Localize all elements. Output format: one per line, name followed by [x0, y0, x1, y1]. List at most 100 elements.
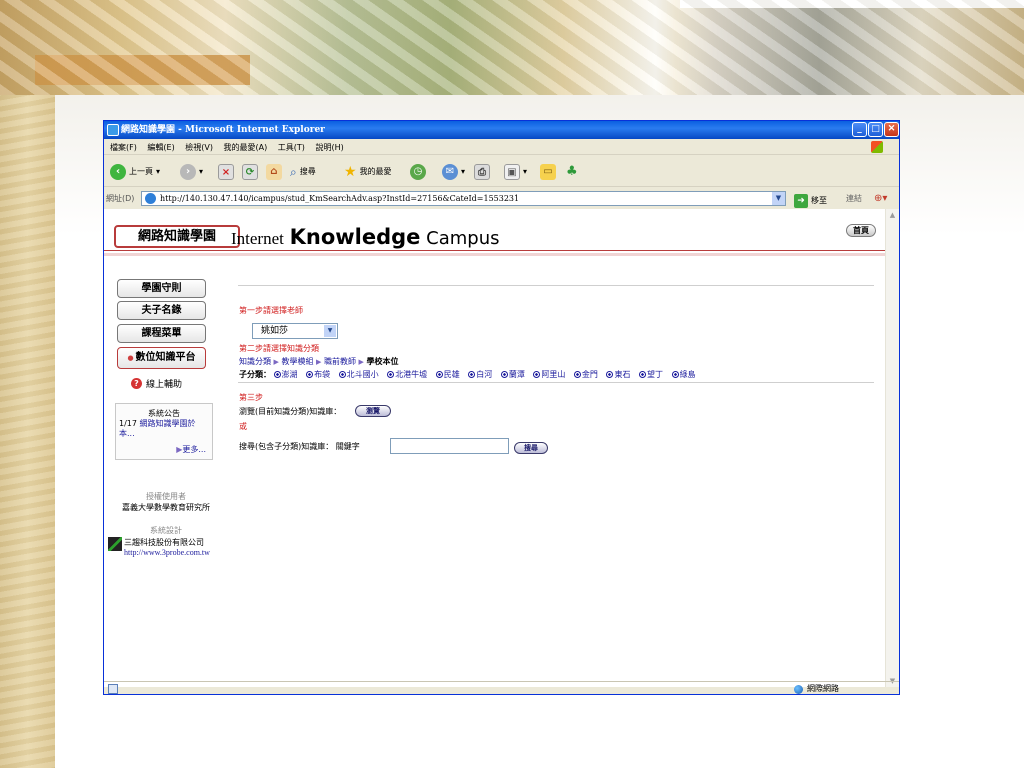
- stop-button[interactable]: ×: [218, 163, 234, 181]
- back-button[interactable]: ‹ 上一頁 ▾: [110, 163, 160, 181]
- window-title: 網路知識學園 - Microsoft Internet Explorer: [121, 125, 325, 135]
- scroll-up-icon[interactable]: ▲: [886, 211, 899, 219]
- links-label[interactable]: 連結: [846, 189, 862, 208]
- address-url: http://140.130.47.140/icampus/stud_KmSea…: [160, 194, 520, 203]
- history-button[interactable]: ◷: [410, 163, 426, 181]
- browse-button[interactable]: 瀏覽: [355, 405, 391, 417]
- breadcrumb-level1[interactable]: 教學模組: [281, 357, 313, 366]
- announcement-box: 系統公告 1/17 網路知識學園於本... ▶更多...: [115, 403, 213, 460]
- favorites-toolbar-button[interactable]: ★ 我的最愛: [344, 163, 392, 181]
- breadcrumb-level2[interactable]: 職前教師: [324, 357, 356, 366]
- subcategory-label: 子分類：: [239, 370, 271, 379]
- refresh-button[interactable]: ⟳: [242, 163, 258, 181]
- mail-button[interactable]: ✉ ▾: [442, 163, 465, 181]
- title-bar: 網路知識學園 - Microsoft Internet Explorer _ □…: [104, 121, 899, 139]
- announcement-date: 1/17: [119, 419, 137, 428]
- help-icon: ?: [131, 378, 142, 389]
- company-url-link[interactable]: http://www.3probe.com.tw: [124, 548, 210, 557]
- subcategory-item[interactable]: 金門: [573, 370, 598, 379]
- subcategory-item-label: 蘭潭: [508, 370, 525, 379]
- radio-icon: [306, 371, 314, 378]
- radio-icon: [533, 371, 541, 378]
- category-breadcrumb: 知識分類 ▶ 教學模組 ▶ 職前教師 ▶ 學校本位: [239, 356, 398, 367]
- breadcrumb-root[interactable]: 知識分類: [239, 357, 271, 366]
- folder-icon: ▭: [540, 164, 556, 180]
- nav-courses-button[interactable]: 課程菜單: [117, 324, 206, 343]
- banner-strip: [35, 55, 250, 85]
- search-label: 搜尋: [299, 167, 316, 176]
- authorized-user-label: 授權使用者: [146, 492, 186, 501]
- subcategory-item-label: 白河: [476, 370, 493, 379]
- subcategory-item-label: 綠島: [679, 370, 696, 379]
- subcategory-item[interactable]: 布袋: [306, 370, 330, 379]
- menu-view[interactable]: 檢視(V): [185, 143, 213, 152]
- step2-label: 第二步請選擇知識分類: [239, 344, 319, 353]
- header-divider: [104, 250, 885, 251]
- keyword-search-input[interactable]: [390, 438, 509, 454]
- subcategory-item-label: 東石: [614, 370, 631, 379]
- subcategory-row: 子分類： 澎湖 布袋 北斗國小 北港牛墟 民雄 白河 蘭潭 阿里山 金門 東石 …: [239, 369, 702, 380]
- announcement-item[interactable]: 1/17 網路知識學園於本...: [119, 419, 211, 439]
- teacher-selected-value: 姚如莎: [261, 326, 289, 336]
- menu-edit[interactable]: 編輯(E): [147, 143, 174, 152]
- page-done-icon: [108, 684, 118, 694]
- folder-button[interactable]: ▭: [540, 163, 556, 181]
- subcategory-item[interactable]: 白河: [468, 370, 492, 379]
- star-icon: ★: [344, 164, 357, 180]
- vertical-scrollbar[interactable]: ▲ ▼: [885, 209, 899, 687]
- address-dropdown-icon[interactable]: ▼: [772, 192, 785, 205]
- close-button[interactable]: ✕: [884, 122, 899, 137]
- menu-file[interactable]: 檔案(F): [110, 143, 137, 152]
- radio-icon: [573, 371, 581, 378]
- minimize-button[interactable]: _: [852, 122, 867, 137]
- subcategory-item[interactable]: 綠島: [671, 370, 696, 379]
- printer-icon: ⎙: [474, 164, 490, 180]
- status-bar: 網際網路: [104, 681, 899, 695]
- page-icon: [145, 193, 156, 204]
- radio-icon: [435, 371, 443, 378]
- site-title-campus: Campus: [426, 228, 500, 249]
- go-button[interactable]: ➜ 移至: [794, 191, 827, 210]
- subcategory-item[interactable]: 阿里山: [533, 370, 565, 379]
- browse-label: 瀏覽(目前知識分類)知識庫：: [239, 407, 342, 416]
- authorized-user-name: 嘉義大學數學教育研究所: [122, 503, 210, 512]
- main-top-divider: [238, 285, 874, 286]
- menu-bar: 檔案(F) 編輯(E) 檢視(V) 我的最愛(A) 工具(T) 說明(H): [104, 140, 899, 155]
- print-button[interactable]: ⎙: [474, 163, 490, 181]
- home-toolbar-button[interactable]: ⌂: [266, 163, 282, 181]
- subcategory-item[interactable]: 東石: [606, 370, 630, 379]
- teacher-select[interactable]: 姚如莎 ▼: [252, 323, 338, 339]
- nav-teachers-button[interactable]: 夫子名錄: [117, 301, 206, 320]
- forward-button[interactable]: › ▾: [180, 163, 203, 181]
- radio-icon: [338, 371, 346, 378]
- radio-icon: [500, 371, 508, 378]
- nav-knowledge-platform-label: 數位知識平台: [135, 352, 196, 363]
- messenger-button[interactable]: ♣: [566, 163, 578, 181]
- subcategory-item-label: 北斗國小: [346, 370, 379, 379]
- subcategory-item[interactable]: 北斗國小: [338, 370, 379, 379]
- search-toolbar-button[interactable]: ⌕ 搜尋: [290, 163, 316, 181]
- subcategory-item[interactable]: 民雄: [435, 370, 460, 379]
- maximize-button[interactable]: □: [868, 122, 883, 137]
- menu-tools[interactable]: 工具(T): [278, 143, 305, 152]
- menu-favorites[interactable]: 我的最愛(A): [224, 143, 268, 152]
- menu-help[interactable]: 說明(H): [315, 143, 343, 152]
- subcategory-item[interactable]: 北港牛墟: [387, 370, 427, 379]
- subcategory-item[interactable]: 蘭潭: [500, 370, 525, 379]
- home-button[interactable]: 首頁: [846, 224, 876, 237]
- search-button[interactable]: 搜尋: [514, 442, 548, 454]
- radio-icon: [273, 371, 281, 378]
- announcement-more-link[interactable]: ▶更多...: [176, 444, 206, 455]
- header-divider-shadow: [104, 253, 885, 256]
- nav-knowledge-platform-button[interactable]: ● 數位知識平台: [117, 347, 206, 369]
- online-help-link[interactable]: ? 線上輔助: [131, 377, 182, 390]
- radio-icon: [387, 371, 395, 378]
- links-icon[interactable]: ⊕▾: [874, 189, 887, 208]
- edit-button[interactable]: ▣ ▾: [504, 163, 527, 181]
- address-label: 網址(D): [106, 194, 135, 203]
- subcategory-item[interactable]: 澎湖: [273, 370, 298, 379]
- subcategory-item[interactable]: 望丁: [639, 370, 663, 379]
- subcategory-item-label: 民雄: [443, 370, 460, 379]
- nav-rules-button[interactable]: 學園守則: [117, 279, 206, 298]
- address-field[interactable]: http://140.130.47.140/icampus/stud_KmSea…: [141, 191, 786, 206]
